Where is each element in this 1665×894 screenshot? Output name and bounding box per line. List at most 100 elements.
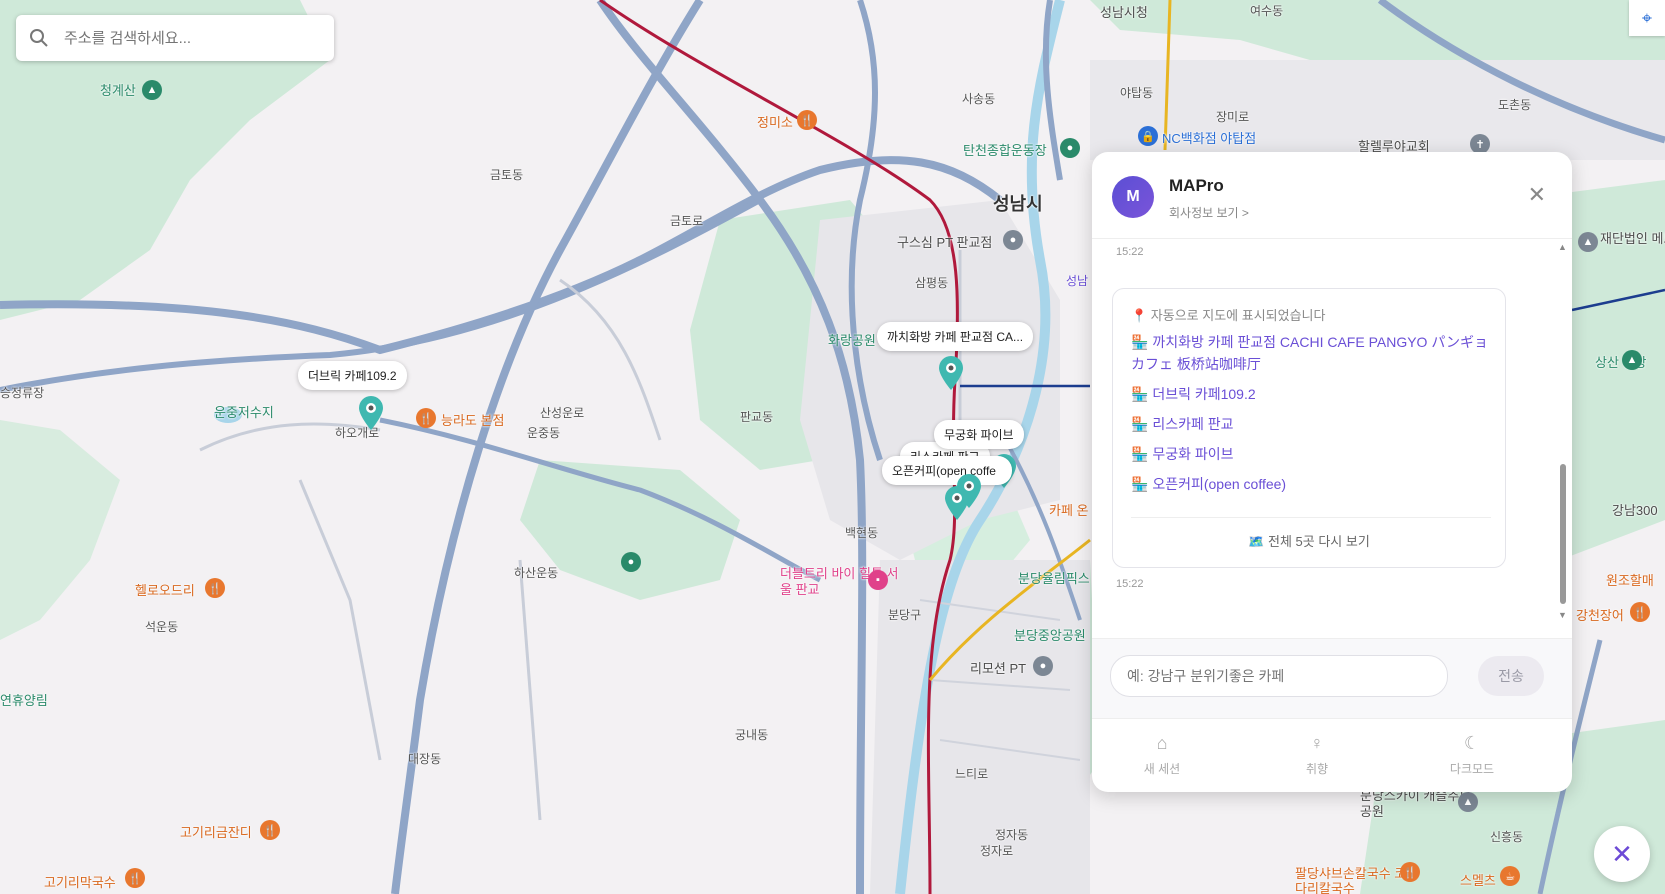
map-callout-dubrick[interactable]: 더브릭 카페109.2 bbox=[298, 361, 407, 390]
map-label-jeongjaro: 정자로 bbox=[980, 844, 1014, 858]
nav-dark-mode-label: 다크모드 bbox=[1449, 762, 1495, 776]
close-chat-button[interactable]: ✕ bbox=[1594, 826, 1650, 882]
map-label-hello: 헬로오드리 bbox=[135, 583, 195, 598]
gym-icon: ● bbox=[1033, 656, 1053, 676]
panel-header: M MAPro 회사정보 보기 > ✕ bbox=[1092, 152, 1572, 239]
result-link-open[interactable]: 🏪 오픈커피(open coffee) bbox=[1131, 473, 1491, 495]
map-label-tancheon: 탄천종합운동장 bbox=[963, 143, 1047, 158]
map-label-seongnam-gang: 성남 bbox=[1066, 274, 1089, 288]
map-callout-open[interactable]: 오픈커피(open coffe bbox=[882, 456, 1012, 485]
map-label-baekhyeon: 백현동 bbox=[845, 526, 879, 540]
restaurant-icon: 🍴 bbox=[205, 578, 225, 598]
scroll-up-icon[interactable]: ▲ bbox=[1558, 242, 1567, 252]
park-icon: ● bbox=[621, 552, 641, 572]
close-icon: ✕ bbox=[1611, 838, 1633, 869]
nav-taste[interactable]: ♀ 취향 bbox=[1267, 733, 1367, 777]
restaurant-icon: 🍴 bbox=[797, 110, 817, 130]
nav-new-session[interactable]: ⌂ 새 세션 bbox=[1112, 733, 1212, 777]
avatar: M bbox=[1112, 176, 1154, 218]
map-pin-dubrick[interactable] bbox=[358, 396, 384, 430]
restaurant-icon: 🍴 bbox=[1400, 862, 1420, 882]
map-label-gogiri: 고기리금잔디 bbox=[180, 825, 252, 840]
map-label-jaedan: 재단법인 메모리얼 bbox=[1600, 231, 1665, 246]
map-label-yeonhyu: 연휴양림 bbox=[0, 693, 48, 708]
map-label-seokun: 석운동 bbox=[145, 620, 179, 634]
map-label-seongnamsi: 성남시 bbox=[993, 194, 1043, 214]
map-label-gungnae: 궁내동 bbox=[735, 728, 769, 742]
company-info-link[interactable]: 회사정보 보기 > bbox=[1169, 204, 1249, 221]
map-callout-mugung[interactable]: 무궁화 파이브 bbox=[934, 420, 1024, 449]
map-label-bundang-ugrim: 분당율림픽스 bbox=[1018, 571, 1090, 586]
map-label-seongnam-jeong: 성남시청 bbox=[1100, 5, 1148, 20]
result-card: 📍 자동으로 지도에 표시되었습니다 🏪 까치화방 카페 판교점 CACHI C… bbox=[1112, 288, 1506, 568]
map-label-cafe-on: 카페 온 bbox=[1049, 503, 1089, 518]
result-link-mugung[interactable]: 🏪 무궁화 파이브 bbox=[1131, 443, 1491, 465]
map-label-bundang: 분당구 bbox=[888, 608, 922, 622]
restaurant-icon: 🍴 bbox=[416, 408, 436, 428]
divider bbox=[1131, 517, 1491, 518]
send-button[interactable]: 전송 bbox=[1478, 656, 1544, 696]
memorial-icon: ▲ bbox=[1578, 232, 1598, 252]
scrollbar-thumb[interactable] bbox=[1560, 464, 1566, 604]
map-label-sanseong: 산성운로 bbox=[540, 406, 585, 420]
cafe-icon: ☕ bbox=[1500, 866, 1520, 886]
map-label-hwarang: 화랑공원 bbox=[828, 333, 876, 348]
map-label-gogiri-noodle: 고기리막국수 bbox=[44, 875, 116, 890]
close-icon[interactable]: ✕ bbox=[1528, 182, 1546, 208]
chat-input-row: 전송 bbox=[1092, 638, 1572, 719]
restaurant-icon: 🍴 bbox=[260, 820, 280, 840]
map-label-haksan: 하산운동 bbox=[514, 566, 559, 580]
map-label-gangnam300: 강남300 bbox=[1612, 503, 1658, 518]
nav-dark-mode[interactable]: ☾ 다크모드 bbox=[1422, 733, 1522, 777]
map-label-neungrado: 능라도 본점 bbox=[441, 413, 505, 428]
chat-input[interactable] bbox=[1110, 655, 1448, 697]
chat-panel: M MAPro 회사정보 보기 > ✕ 15:22 📍 자동으로 지도에 표시되… bbox=[1092, 152, 1572, 792]
map-label-nc: NC백화점 야탑점 bbox=[1162, 131, 1257, 146]
address-search[interactable] bbox=[16, 15, 334, 61]
chat-messages[interactable]: 15:22 📍 자동으로 지도에 표시되었습니다 🏪 까치화방 카페 판교점 C… bbox=[1092, 238, 1572, 638]
crosshair-icon: ⌖ bbox=[1641, 7, 1653, 28]
map-label-starbucks: 스멜츠 bbox=[1460, 873, 1496, 888]
pin-icon: ♀ bbox=[1310, 733, 1324, 753]
map-label-yadap: 야탑동 bbox=[1120, 86, 1154, 100]
mountain-icon: ▲ bbox=[142, 80, 162, 100]
map-label-dochon: 도촌동 bbox=[1498, 98, 1532, 112]
peak-icon: ▲ bbox=[1622, 350, 1642, 370]
nav-taste-label: 취향 bbox=[1305, 762, 1329, 776]
map-label-unjung-dong: 운중동 bbox=[527, 426, 561, 440]
search-input[interactable] bbox=[62, 28, 316, 48]
map-label-sujeong: 승정류장 bbox=[0, 386, 45, 400]
map-label-yeosu: 여수동 bbox=[1250, 4, 1284, 18]
panel-title: MAPro bbox=[1169, 176, 1224, 195]
map-label-gangchun: 강천장어 bbox=[1576, 608, 1624, 623]
map-label-neuteuri: 느티로 bbox=[955, 767, 989, 781]
nav-new-session-label: 새 세션 bbox=[1143, 762, 1181, 776]
moon-icon: ☾ bbox=[1463, 733, 1481, 753]
bottom-nav: ⌂ 새 세션 ♀ 취향 ☾ 다크모드 bbox=[1092, 718, 1572, 792]
map-label-geumtoro: 금토로 bbox=[670, 214, 704, 228]
restaurant-icon: 🍴 bbox=[1630, 602, 1650, 622]
map-label-cheonggyesan: 청계산 bbox=[100, 83, 136, 98]
map-pin-cachi[interactable] bbox=[938, 356, 964, 390]
church-icon: ✝ bbox=[1470, 134, 1490, 154]
map-label-gusim-pt: 구스심 PT 판교점 bbox=[897, 235, 993, 250]
map-label-sinheung: 신흥동 bbox=[1490, 830, 1524, 844]
map-label-bundang-jungang: 분당중앙공원 bbox=[1014, 628, 1086, 643]
map-label-sasong: 사송동 bbox=[962, 92, 996, 106]
chat-scrollbar[interactable]: ▲ ▼ bbox=[1558, 242, 1568, 620]
map-pin-open[interactable] bbox=[944, 486, 970, 520]
map-label-wonjo: 원조할매 bbox=[1606, 573, 1654, 588]
result-link-cachi[interactable]: 🏪 까치화방 카페 판교점 CACHI CAFE PANGYO パンギョカフェ … bbox=[1131, 331, 1491, 375]
result-link-dubrick[interactable]: 🏪 더브릭 카페109.2 bbox=[1131, 383, 1491, 405]
locate-button[interactable]: ⌖ bbox=[1629, 0, 1665, 36]
show-all-button[interactable]: 🗺️ 전체 5곳 다시 보기 bbox=[1113, 531, 1505, 550]
result-link-lisa[interactable]: 🏪 리스카페 판교 bbox=[1131, 413, 1491, 435]
map-label-sampyeong: 삼평동 bbox=[915, 276, 949, 290]
map-callout-cachi[interactable]: 까치화방 카페 판교점 CA... bbox=[877, 322, 1034, 351]
map-label-jangmiro: 장미로 bbox=[1216, 110, 1250, 124]
map-label-geumto: 금토동 bbox=[490, 168, 524, 182]
scroll-down-icon[interactable]: ▼ bbox=[1558, 610, 1567, 620]
map-label-pangyo: 판교동 bbox=[740, 410, 774, 424]
shopping-icon: 🔒 bbox=[1138, 126, 1158, 146]
message-timestamp: 15:22 bbox=[1116, 246, 1144, 258]
